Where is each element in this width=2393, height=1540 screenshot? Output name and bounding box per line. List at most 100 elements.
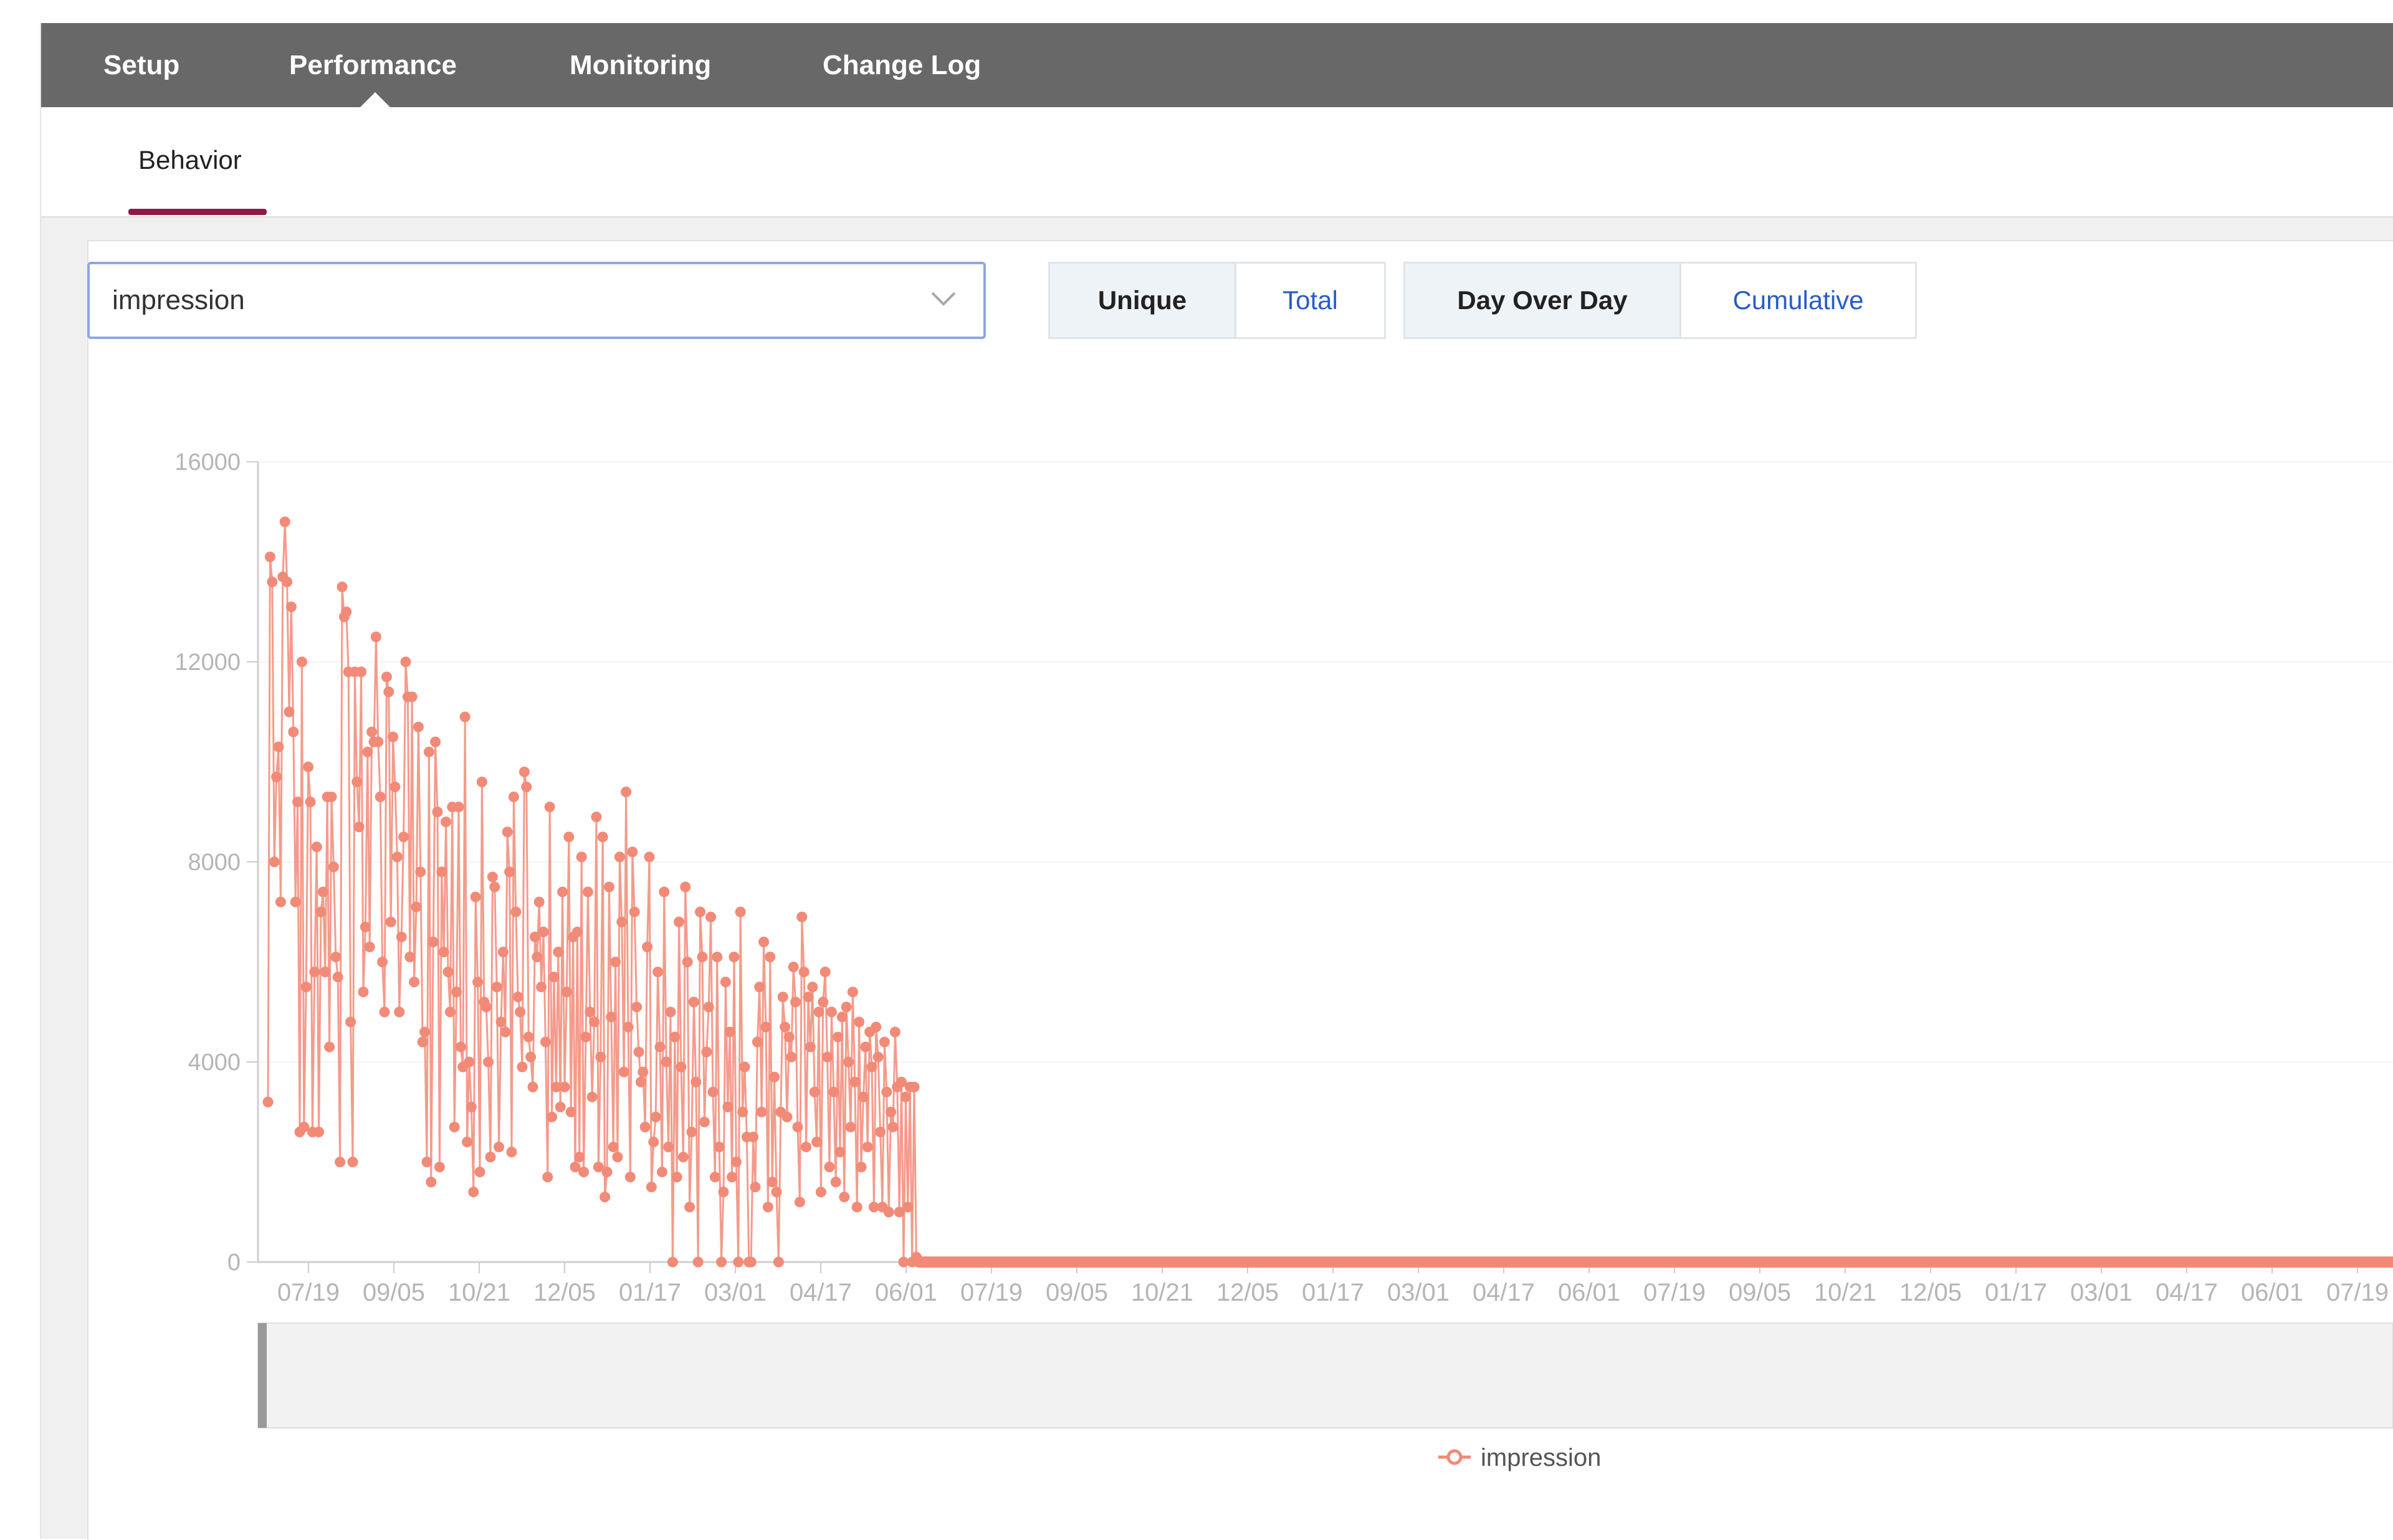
data-point — [411, 901, 422, 912]
data-point — [606, 1012, 617, 1023]
data-point — [324, 1041, 335, 1053]
data-point — [455, 1041, 466, 1053]
data-point — [690, 1076, 702, 1088]
data-point — [328, 861, 339, 873]
data-point — [464, 1056, 475, 1068]
data-point — [426, 1177, 437, 1188]
data-point — [391, 851, 403, 863]
x-tick-label: 03/01 — [1387, 1279, 1450, 1306]
data-point — [591, 811, 602, 823]
data-point — [833, 1031, 844, 1043]
data-point — [856, 1162, 867, 1173]
data-point — [589, 1016, 600, 1028]
sub-nav: Behavior — [41, 107, 2393, 218]
data-point — [267, 576, 278, 588]
data-point — [780, 1021, 791, 1033]
legend-label: impression — [1481, 1444, 1601, 1471]
active-tab-underline — [128, 209, 267, 215]
x-tick-label: 12/05 — [1899, 1279, 1962, 1306]
data-point — [839, 1192, 850, 1203]
data-point — [468, 1187, 479, 1198]
metric-select[interactable]: impression — [87, 262, 986, 339]
data-point — [597, 831, 608, 843]
x-tick-label: 09/05 — [363, 1279, 425, 1306]
data-point — [624, 1172, 636, 1183]
data-point — [818, 997, 829, 1008]
data-point — [815, 1187, 826, 1198]
zoom-handle-left[interactable] — [258, 1323, 267, 1428]
data-point — [682, 957, 693, 967]
data-point — [360, 921, 371, 932]
data-point — [902, 1202, 914, 1213]
data-point — [565, 1106, 576, 1117]
legend[interactable]: impression — [1438, 1444, 1601, 1471]
y-tick-label: 4000 — [188, 1050, 241, 1076]
data-point — [474, 1167, 485, 1178]
data-point — [722, 1101, 733, 1112]
zoom-slider[interactable] — [257, 1322, 2393, 1428]
tab-behavior[interactable]: Behavior — [138, 107, 242, 216]
data-point — [476, 777, 487, 788]
data-point — [491, 982, 502, 993]
data-point — [686, 1126, 697, 1137]
data-point — [801, 1141, 812, 1152]
x-tick-label: 04/17 — [790, 1279, 852, 1306]
mode-toggle: Day Over Day Cumulative — [1403, 262, 1917, 339]
data-point — [472, 977, 484, 988]
x-tick-label: 12/05 — [1216, 1279, 1279, 1306]
data-point — [313, 1126, 325, 1137]
data-point — [300, 982, 312, 993]
unique-toggle-button[interactable]: Unique — [1050, 264, 1235, 337]
day-over-day-toggle-button[interactable]: Day Over Day — [1405, 264, 1679, 337]
data-point — [661, 1056, 672, 1068]
data-point — [610, 957, 621, 967]
zoom-track[interactable] — [257, 1322, 2393, 1428]
data-point — [790, 997, 801, 1008]
data-point — [730, 1157, 742, 1167]
x-tick-label: 07/19 — [960, 1279, 1023, 1306]
data-point — [345, 1016, 356, 1028]
data-point — [680, 881, 691, 892]
data-point — [813, 1007, 824, 1018]
data-point — [578, 1167, 590, 1178]
data-point — [862, 1141, 873, 1152]
data-point — [536, 982, 547, 993]
data-point — [712, 951, 723, 962]
data-point — [809, 1086, 820, 1098]
data-point — [315, 906, 327, 917]
cumulative-toggle-button[interactable]: Cumulative — [1679, 264, 1915, 337]
nav-item-change-log[interactable]: Change Log — [823, 23, 981, 107]
data-point — [659, 886, 670, 897]
data-point — [364, 941, 375, 952]
data-point — [438, 946, 449, 957]
data-point — [781, 1111, 793, 1122]
data-point — [366, 726, 378, 737]
y-tick-label: 8000 — [188, 849, 241, 876]
x-tick-label: 03/01 — [704, 1279, 767, 1306]
data-point — [798, 967, 810, 978]
x-tick-label: 01/17 — [1302, 1279, 1364, 1306]
data-point — [612, 1151, 623, 1162]
data-point — [886, 1106, 897, 1117]
data-point — [320, 967, 331, 978]
data-point — [650, 1111, 661, 1122]
data-point — [665, 1007, 676, 1018]
series-impression — [262, 516, 2393, 1268]
data-point — [684, 1202, 695, 1213]
active-nav-caret — [360, 92, 390, 107]
data-point — [275, 896, 286, 907]
nav-item-setup[interactable]: Setup — [103, 23, 179, 107]
data-point — [748, 1131, 759, 1142]
data-point — [517, 1061, 528, 1073]
data-point — [487, 871, 498, 882]
total-toggle-button[interactable]: Total — [1235, 264, 1384, 337]
data-point — [674, 916, 685, 927]
nav-item-monitoring[interactable]: Monitoring — [570, 23, 711, 107]
data-point — [608, 1141, 619, 1152]
data-point — [285, 601, 297, 613]
chevron-down-icon — [931, 292, 956, 306]
data-point — [561, 987, 572, 998]
data-point — [836, 1012, 848, 1023]
data-point — [671, 1172, 682, 1183]
data-point — [871, 1021, 882, 1033]
